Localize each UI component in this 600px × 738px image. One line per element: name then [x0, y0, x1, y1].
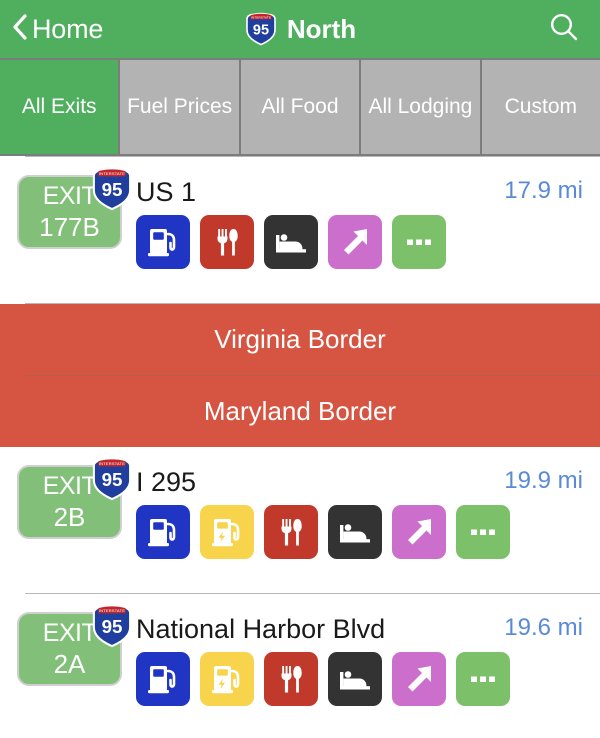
exit-badge-group: EXIT 2B INTERSTATE 95: [17, 457, 132, 539]
tab-label: All Exits: [21, 95, 97, 119]
amenity-icon-row: [136, 505, 510, 559]
exit-distance-label: 19.9 mi: [504, 467, 583, 494]
tab-all-exits[interactable]: All Exits: [0, 60, 119, 154]
tab-all-food[interactable]: All Food: [240, 60, 360, 154]
tab-custom[interactable]: Custom: [481, 60, 600, 154]
exit-badge-group: EXIT 2A INTERSTATE 95: [17, 604, 132, 686]
more-options-icon[interactable]: [456, 652, 510, 706]
interstate-95-shield-icon: INTERSTATE 95: [90, 167, 134, 216]
exit-list-item[interactable]: EXIT 2A INTERSTATE 95 National Harbor Bl…: [0, 594, 600, 738]
more-options-icon[interactable]: [456, 505, 510, 559]
lodging-bed-icon[interactable]: [264, 215, 318, 269]
gas-pump-icon[interactable]: [136, 505, 190, 559]
gas-pump-icon[interactable]: [136, 652, 190, 706]
back-button-label: Home: [32, 13, 104, 44]
exit-word-label: EXIT: [42, 472, 97, 500]
exit-list-item[interactable]: EXIT 177B INTERSTATE 95 US 1 17.9 mi: [0, 157, 600, 303]
tab-label: Fuel Prices: [127, 95, 233, 119]
exit-arrow-icon[interactable]: [392, 652, 446, 706]
back-to-home-button[interactable]: Home: [0, 13, 104, 45]
svg-text:INTERSTATE: INTERSTATE: [99, 461, 125, 466]
svg-text:95: 95: [253, 23, 269, 39]
state-border-label: Virginia Border: [214, 324, 386, 354]
lodging-bed-icon[interactable]: [328, 505, 382, 559]
ev-charging-icon[interactable]: [200, 505, 254, 559]
restaurant-icon[interactable]: [264, 652, 318, 706]
tab-label: All Food: [261, 95, 339, 119]
svg-text:INTERSTATE: INTERSTATE: [99, 171, 125, 176]
tab-label: All Lodging: [368, 95, 473, 119]
svg-text:INTERSTATE: INTERSTATE: [251, 15, 271, 19]
exit-badge-group: EXIT 177B INTERSTATE 95: [17, 167, 132, 249]
tab-fuel-prices[interactable]: Fuel Prices: [120, 60, 239, 154]
amenity-icon-row: [136, 652, 510, 706]
chevron-left-icon: [12, 13, 28, 45]
svg-text:INTERSTATE: INTERSTATE: [99, 608, 125, 613]
interstate-95-shield-icon: INTERSTATE 95: [90, 604, 134, 653]
state-border-label: Maryland Border: [203, 396, 397, 426]
restaurant-icon[interactable]: [264, 505, 318, 559]
exit-distance-label: 17.9 mi: [504, 177, 583, 204]
search-icon: [548, 11, 580, 48]
page-title: North: [286, 14, 357, 44]
exit-name-label: National Harbor Blvd: [136, 614, 386, 644]
svg-text:95: 95: [102, 469, 123, 490]
more-options-icon[interactable]: [392, 215, 446, 269]
exit-name-label: US 1: [136, 177, 197, 207]
tab-all-lodging[interactable]: All Lodging: [361, 60, 480, 154]
exit-name-label: I 295: [136, 467, 197, 497]
exit-word-label: EXIT: [42, 619, 97, 647]
svg-text:95: 95: [102, 616, 123, 637]
state-border-row[interactable]: Virginia Border: [0, 304, 600, 375]
app-header: Home INTERSTATE 95 North: [0, 0, 600, 58]
exit-word-label: EXIT: [42, 182, 97, 210]
exit-distance-label: 19.6 mi: [504, 614, 583, 641]
interstate-95-shield-icon: INTERSTATE 95: [244, 12, 278, 46]
lodging-bed-icon[interactable]: [328, 652, 382, 706]
interstate-95-shield-icon: INTERSTATE 95: [90, 457, 134, 506]
exit-number-label: 2B: [53, 502, 86, 532]
ev-charging-icon[interactable]: [200, 652, 254, 706]
search-button[interactable]: [544, 9, 584, 49]
filter-tabbar: All Exits Fuel Prices All Food All Lodgi…: [0, 58, 600, 156]
restaurant-icon[interactable]: [200, 215, 254, 269]
exit-arrow-icon[interactable]: [392, 505, 446, 559]
gas-pump-icon[interactable]: [136, 215, 190, 269]
amenity-icon-row: [136, 215, 446, 269]
exit-number-label: 177B: [39, 212, 100, 242]
exit-arrow-icon[interactable]: [328, 215, 382, 269]
exit-list-item[interactable]: EXIT 2B INTERSTATE 95 I 295 19.9 mi: [0, 447, 600, 593]
state-border-section: Virginia Border Maryland Border: [0, 304, 600, 447]
tab-label: Custom: [504, 95, 577, 119]
svg-text:95: 95: [102, 179, 123, 200]
exit-number-label: 2A: [53, 649, 86, 679]
state-border-row[interactable]: Maryland Border: [0, 376, 600, 447]
